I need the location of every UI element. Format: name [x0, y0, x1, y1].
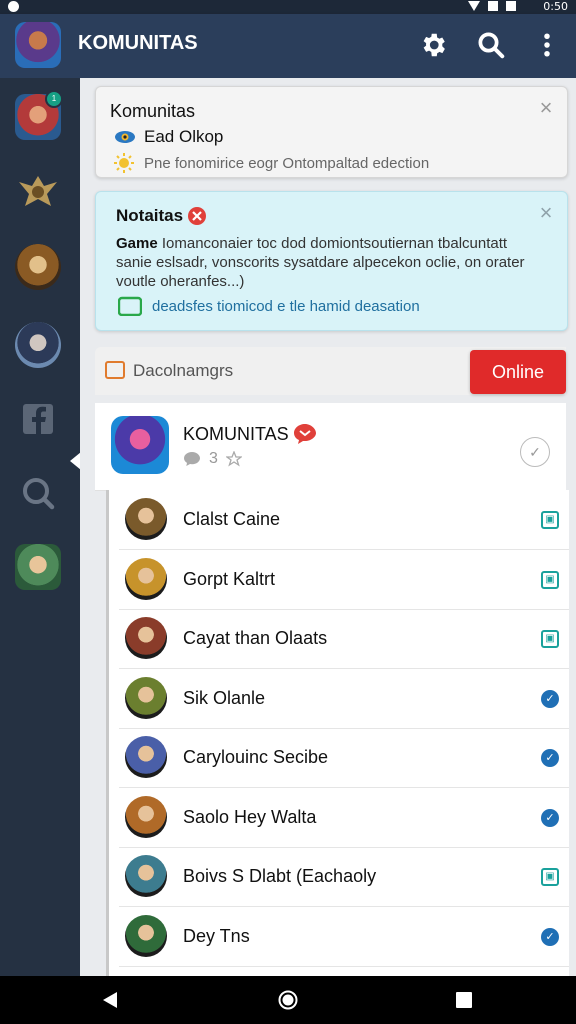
member-list-item[interactable]: Cayat than Olaats ▣ [119, 609, 569, 669]
sidebar-item-avatar-1[interactable]: 1 [15, 90, 63, 140]
app-title: KOMUNITAS [78, 32, 198, 54]
card-description: Pne fonomirice eogr Ontompaltad edection [144, 154, 430, 172]
emblem-icon[interactable] [15, 168, 61, 214]
verified-badge-icon[interactable]: ✓ [541, 808, 559, 827]
sun-icon [114, 153, 134, 173]
member-name: Gorpt Kaltrt [183, 568, 276, 589]
status-bar: 0:50 [0, 0, 576, 14]
eye-icon [115, 131, 135, 143]
verified-badge-icon[interactable]: ✓ [541, 749, 559, 767]
notification-card[interactable]: Notaitas Game Iomanconaier toc dod domio… [95, 191, 568, 331]
sidebar-item-avatar-2[interactable] [15, 244, 61, 290]
member-avatar [125, 498, 167, 540]
nav-bar [0, 976, 576, 1024]
check-circle-icon[interactable]: ✓ [520, 437, 550, 467]
chat-badge-icon [293, 424, 316, 444]
notification-link[interactable]: deadsfes tiomicod e tle hamid deasation [118, 296, 420, 316]
app-logo[interactable] [15, 22, 61, 68]
member-list: Clalst Caine ▣ Gorpt Kaltrt ▣ Cayat than Ola… [106, 490, 569, 976]
online-button[interactable]: Online [470, 350, 566, 394]
notification-title: Notaitas [116, 206, 184, 225]
member-name: Sik Olanle [183, 687, 266, 708]
member-avatar [125, 617, 167, 659]
notification-icon [8, 1, 19, 12]
verified-badge-icon[interactable]: ✓ [541, 927, 559, 946]
member-name: Carylouinc Secibe [183, 747, 329, 767]
app-bar: KOMUNITAS [0, 14, 576, 78]
home-icon[interactable] [278, 990, 298, 1010]
member-list-item[interactable]: Gorpt Kaltrt ▣ [119, 550, 569, 610]
status-icons [468, 1, 516, 11]
star-icon[interactable] [225, 451, 242, 467]
community-card[interactable]: Komunitas Ead Olkop Pne fonomirice eogr … [95, 86, 568, 178]
member-name: Cayat than Olaats [183, 628, 328, 648]
group-count: 3 [209, 450, 218, 467]
back-icon[interactable] [100, 990, 120, 1010]
more-icon[interactable] [532, 30, 562, 60]
category-label: Dacolnamgrs [133, 361, 234, 380]
member-list-item[interactable]: Boivs S Dlabt (Eachaoly ▣ [119, 847, 569, 907]
member-avatar [125, 736, 167, 778]
group-header[interactable]: KOMUNITAS 3 ✓ [95, 403, 566, 491]
member-list-item[interactable]: Clalst Caine ▣ [119, 490, 569, 550]
member-avatar [125, 795, 167, 838]
close-icon[interactable]: × [537, 97, 555, 119]
member-list-item[interactable]: Carylouinc Secibe ✓ [119, 728, 569, 788]
member-name: Dey Tns [183, 925, 250, 946]
recents-icon[interactable] [454, 990, 474, 1010]
search-icon[interactable] [476, 30, 506, 60]
member-list-item[interactable]: Dey Tns ✓ [119, 907, 569, 967]
search-icon[interactable] [15, 470, 61, 516]
member-name: Clalst Caine [183, 509, 281, 529]
square-badge-icon[interactable]: ▣ [541, 511, 559, 529]
member-avatar [125, 676, 167, 719]
notification-link-text: deadsfes tiomicod e tle hamid deasation [152, 297, 420, 315]
group-avatar [111, 416, 169, 474]
notification-body-bold: Game [116, 235, 158, 252]
notification-body: Iomanconaier toc dod domiontsoutiernan t… [116, 235, 525, 290]
alert-badge-icon [188, 207, 207, 225]
wifi-icon [468, 1, 480, 11]
notification-badge: 1 [45, 90, 63, 108]
close-icon[interactable]: × [537, 202, 555, 224]
facebook-icon[interactable] [15, 396, 61, 442]
square-badge-icon[interactable]: ▣ [541, 570, 559, 589]
group-name: KOMUNITAS [183, 423, 289, 444]
main-content: Komunitas Ead Olkop Pne fonomirice eogr … [80, 78, 576, 976]
settings-icon[interactable] [418, 30, 448, 60]
member-avatar [125, 557, 167, 600]
verified-badge-icon[interactable]: ✓ [541, 689, 559, 708]
member-name: Saolo Hey Walta [183, 806, 317, 827]
status-time: 0:50 [543, 0, 568, 13]
category-icon [105, 361, 125, 379]
signal-icon [488, 1, 498, 11]
comment-icon [184, 452, 200, 466]
battery-icon [506, 1, 516, 11]
card-title: Komunitas [110, 101, 196, 121]
member-avatar [125, 914, 167, 957]
member-list-item[interactable]: Saolo Hey Walta ✓ [119, 788, 569, 848]
square-badge-icon[interactable]: ▣ [541, 630, 559, 648]
square-badge-icon[interactable]: ▣ [541, 868, 559, 886]
member-name: Boivs S Dlabt (Eachaoly [183, 866, 377, 886]
folder-icon [118, 296, 142, 316]
member-avatar [125, 855, 167, 897]
member-list-item[interactable]: Sik Olanle ✓ [119, 669, 569, 729]
card-subtitle: Ead Olkop [144, 127, 224, 146]
sidebar: 1 [0, 78, 80, 976]
sidebar-item-avatar-4[interactable] [15, 544, 61, 590]
sidebar-item-avatar-3[interactable] [15, 322, 61, 368]
